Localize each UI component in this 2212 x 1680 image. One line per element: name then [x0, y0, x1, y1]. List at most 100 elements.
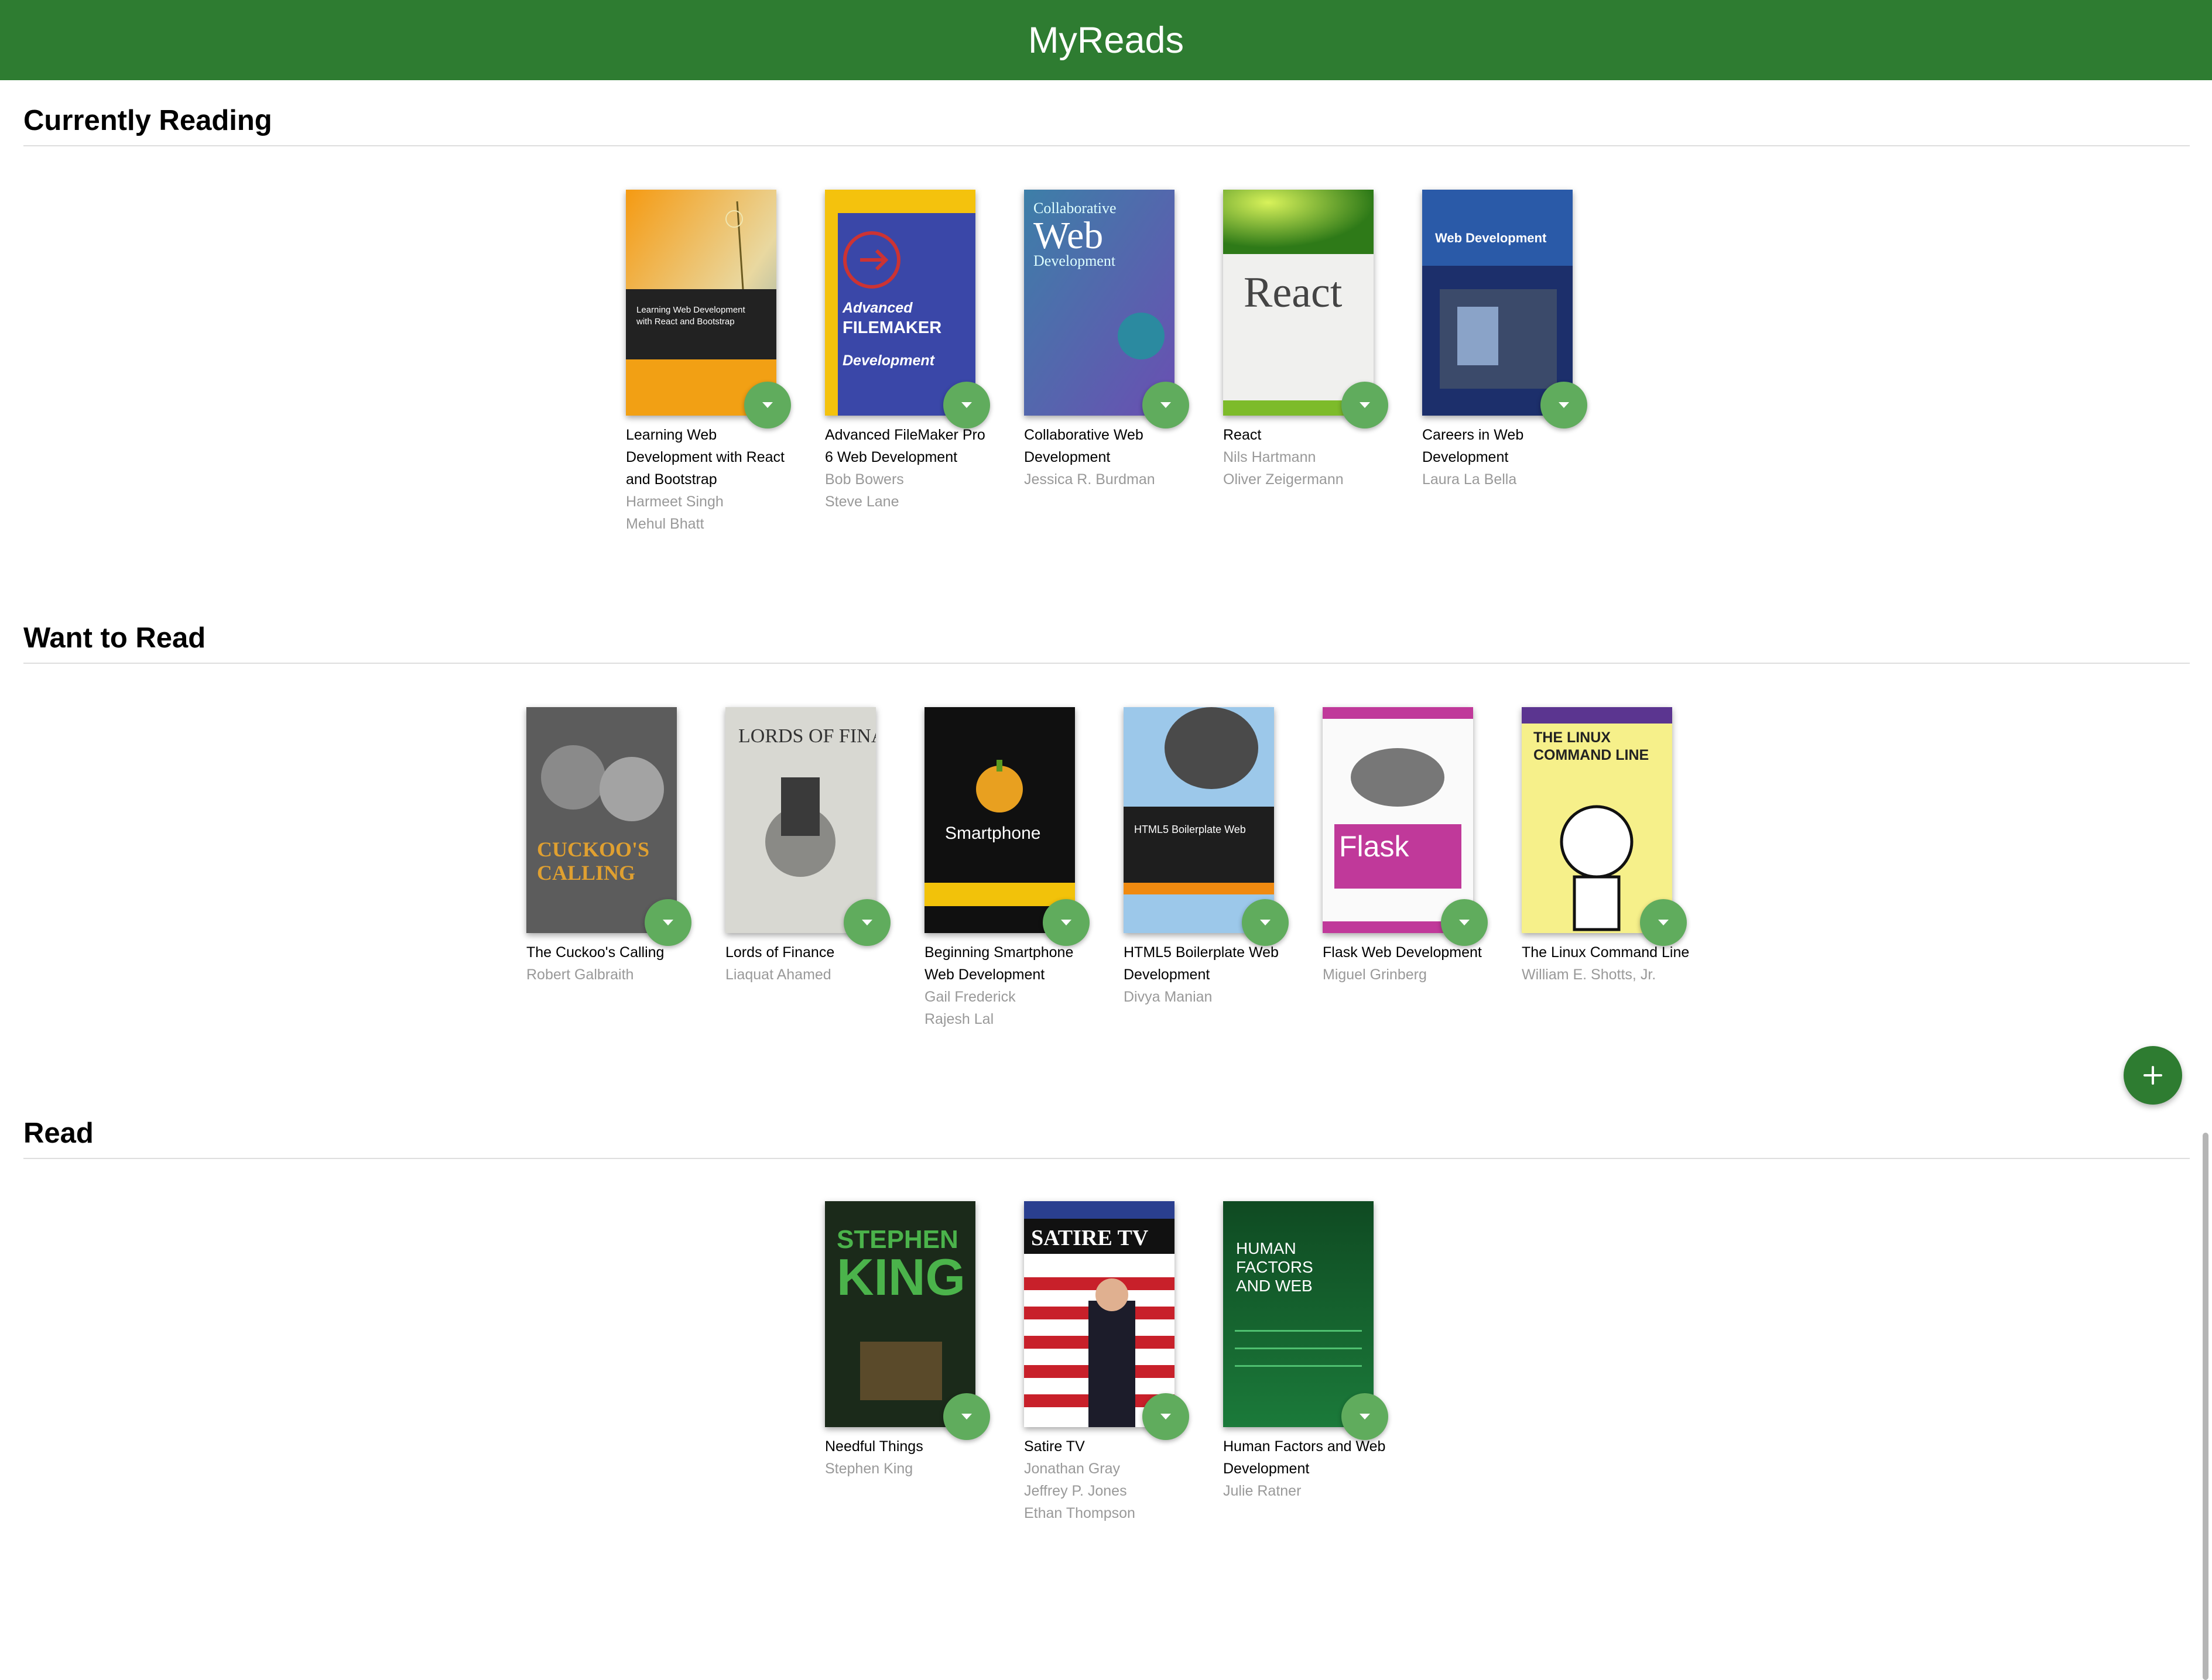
book-title: Satire TV [1024, 1438, 1085, 1455]
book-meta: Lords of Finance Liaquat Ahamed [725, 941, 895, 986]
book-cover[interactable]: Flask [1323, 707, 1473, 933]
book-author: Gail Frederick [924, 989, 1016, 1005]
svg-text:FILEMAKER: FILEMAKER [843, 318, 941, 337]
book-title: The Linux Command Line [1522, 944, 1690, 961]
shelf-title: Want to Read [23, 622, 2190, 664]
shelf-title: Read [23, 1117, 2190, 1159]
svg-text:Learning Web Development: Learning Web Development [636, 305, 746, 315]
app-title: MyReads [1028, 19, 1184, 61]
book-title: Learning Web Development with React and … [626, 427, 785, 488]
book-meta: HTML5 Boilerplate Web Development Divya … [1124, 941, 1293, 1008]
triangle-down-icon [1459, 920, 1470, 925]
shelf-changer-button[interactable] [1341, 382, 1388, 428]
svg-text:LORDS OF FINANCE: LORDS OF FINANCE [738, 725, 876, 747]
book-meta: The Linux Command Line William E. Shotts… [1522, 941, 1691, 986]
triangle-down-icon [1160, 1414, 1171, 1420]
book-meta: React Nils Hartmann Oliver Zeigermann [1223, 424, 1393, 491]
svg-text:KING: KING [837, 1248, 965, 1306]
svg-text:Web: Web [1033, 214, 1103, 257]
book-title: React [1223, 427, 1262, 443]
svg-text:SATIRE TV: SATIRE TV [1031, 1226, 1149, 1250]
book-cover[interactable]: THE LINUX COMMAND LINE [1522, 707, 1672, 933]
svg-text:React: React [1244, 269, 1343, 317]
book-author: Robert Galbraith [526, 966, 634, 983]
book-cover[interactable]: LORDS OF FINANCE [725, 707, 876, 933]
book-author: Julie Ratner [1223, 1483, 1302, 1499]
svg-text:CALLING: CALLING [537, 861, 635, 884]
book-cover[interactable]: Web Development [1422, 190, 1573, 416]
shelf-changer-button[interactable] [1640, 899, 1687, 946]
book-title: Flask Web Development [1323, 944, 1482, 961]
shelf-changer-button[interactable] [744, 382, 791, 428]
book-title: Collaborative Web Development [1024, 427, 1143, 465]
svg-text:FACTORS: FACTORS [1236, 1258, 1313, 1276]
triangle-down-icon [1061, 920, 1071, 925]
shelf-changer-button[interactable] [1441, 899, 1488, 946]
shelf-changer-button[interactable] [943, 382, 990, 428]
svg-text:THE LINUX: THE LINUX [1533, 729, 1611, 746]
svg-text:Advanced: Advanced [842, 300, 913, 316]
book-title: Beginning Smartphone Web Development [924, 944, 1074, 983]
svg-text:HUMAN: HUMAN [1236, 1239, 1296, 1257]
triangle-down-icon [1260, 920, 1271, 925]
shelf-changer-button[interactable] [1540, 382, 1587, 428]
book-title: Advanced FileMaker Pro 6 Web Development [825, 427, 985, 465]
shelf-title: Currently Reading [23, 104, 2190, 146]
book-author: Stephen King [825, 1460, 913, 1477]
book-meta: Needful Things Stephen King [825, 1435, 995, 1480]
svg-text:HTML5 Boilerplate Web: HTML5 Boilerplate Web [1134, 824, 1246, 835]
book-cover[interactable]: Advanced FILEMAKER Development [825, 190, 975, 416]
book-cover[interactable]: React [1223, 190, 1374, 416]
book-cover[interactable]: Learning Web Development with React and … [626, 190, 776, 416]
book-title: Needful Things [825, 1438, 923, 1455]
svg-text:COMMAND LINE: COMMAND LINE [1533, 747, 1649, 763]
shelf-changer-button[interactable] [1142, 1393, 1189, 1440]
book-author: Mehul Bhatt [626, 516, 704, 532]
book-title: HTML5 Boilerplate Web Development [1124, 944, 1279, 983]
shelf-changer-button[interactable] [1341, 1393, 1388, 1440]
book-author: Ethan Thompson [1024, 1505, 1135, 1521]
book-author: Rajesh Lal [924, 1011, 994, 1027]
book-author: Jonathan Gray [1024, 1460, 1120, 1477]
book-author: Jessica R. Burdman [1024, 471, 1155, 488]
book-cover[interactable]: Smartphone [924, 707, 1075, 933]
book-cover[interactable]: STEPHEN KING [825, 1201, 975, 1427]
book-author: Jeffrey P. Jones [1024, 1483, 1127, 1499]
shelf-changer-button[interactable] [1142, 382, 1189, 428]
book-cover[interactable]: HTML5 Boilerplate Web [1124, 707, 1274, 933]
book-cover[interactable]: SATIRE TV [1024, 1201, 1175, 1427]
svg-text:AND WEB: AND WEB [1236, 1277, 1313, 1295]
book-author: Bob Bowers [825, 471, 904, 488]
book-meta: Human Factors and Web Development Julie … [1223, 1435, 1393, 1502]
book-title: The Cuckoo's Calling [526, 944, 665, 961]
shelf-want-to-read: Want to Read CUCKOO'S CALLING The Cuckoo… [23, 622, 2190, 1090]
triangle-down-icon [1559, 402, 1569, 408]
shelf-changer-button[interactable] [943, 1393, 990, 1440]
triangle-down-icon [762, 402, 773, 408]
book-author: Divya Manian [1124, 989, 1213, 1005]
book-cover[interactable]: HUMAN FACTORS AND WEB [1223, 1201, 1374, 1427]
book-author: Harmeet Singh [626, 493, 724, 510]
book-meta: Advanced FileMaker Pro 6 Web Development… [825, 424, 995, 513]
triangle-down-icon [663, 920, 673, 925]
shelf-changer-button[interactable] [645, 899, 691, 946]
scrollbar[interactable] [2203, 1133, 2208, 1680]
shelf-changer-button[interactable] [1242, 899, 1289, 946]
shelf-currently-reading: Currently Reading Learning Web Developme… [23, 104, 2190, 572]
svg-text:with React and Bootstrap: with React and Bootstrap [636, 317, 735, 327]
triangle-down-icon [961, 1414, 972, 1420]
svg-text:Flask: Flask [1339, 830, 1409, 863]
book-cover[interactable]: Collaborative Web Development [1024, 190, 1175, 416]
shelf-read: Read STEPHEN KING Needful Things Stephen… [23, 1117, 2190, 1585]
book-meta: Learning Web Development with React and … [626, 424, 796, 535]
triangle-down-icon [1658, 920, 1669, 925]
app-header: MyReads [0, 0, 2212, 80]
book-cover[interactable]: CUCKOO'S CALLING [526, 707, 677, 933]
book-title: Careers in Web Development [1422, 427, 1524, 465]
shelf-changer-button[interactable] [844, 899, 891, 946]
book-title: Human Factors and Web Development [1223, 1438, 1386, 1477]
svg-text:Web Development: Web Development [1435, 231, 1547, 245]
add-book-button[interactable] [2124, 1046, 2182, 1105]
triangle-down-icon [1360, 402, 1370, 408]
shelf-changer-button[interactable] [1043, 899, 1090, 946]
